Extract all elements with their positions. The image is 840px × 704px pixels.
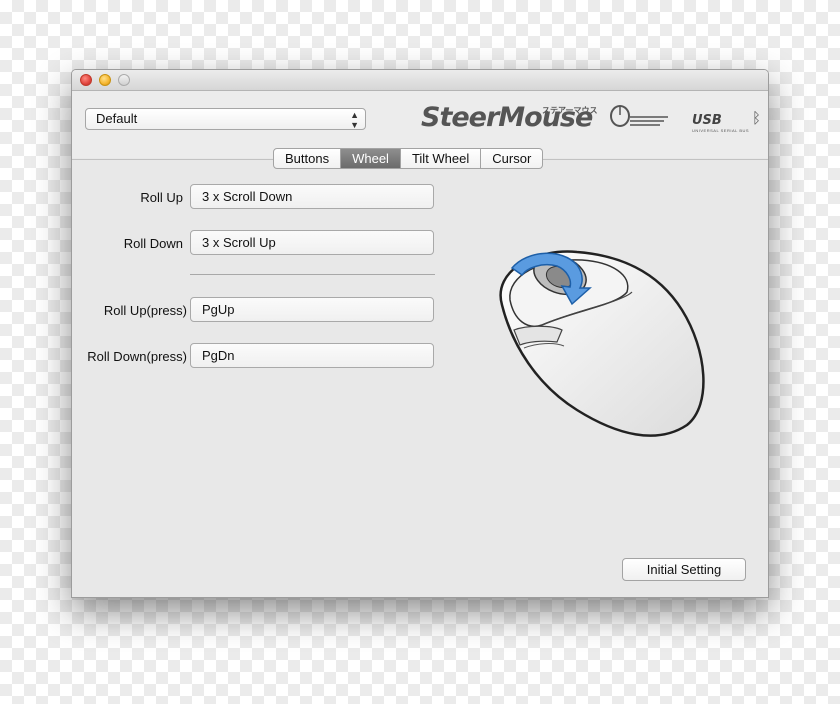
profile-popup[interactable]: Default ▲ ▼ <box>85 108 366 130</box>
steermouse-logo-icon <box>610 105 668 127</box>
tab-tilt-wheel[interactable]: Tilt Wheel <box>400 148 482 169</box>
tab-wheel[interactable]: Wheel <box>341 148 401 169</box>
usb-logo-text: USB <box>692 113 722 128</box>
steermouse-logo-kana: ステアーマウス <box>542 106 598 115</box>
tab-cursor[interactable]: Cursor <box>481 148 544 169</box>
roll-up-press-field[interactable]: PgUp <box>190 297 434 322</box>
roll-down-field[interactable]: 3 x Scroll Up <box>190 230 434 255</box>
profile-popup-value: Default <box>96 111 138 126</box>
bluetooth-icon: ᛒ <box>752 110 762 127</box>
steermouse-window: Default ▲ ▼ SteerMouse ステアーマウス USB UNIVER… <box>71 69 769 598</box>
close-icon[interactable] <box>80 74 92 86</box>
separator <box>190 274 435 275</box>
tab-buttons[interactable]: Buttons <box>273 148 342 169</box>
roll-down-label: Roll Down <box>123 236 183 251</box>
title-bar[interactable] <box>72 70 768 91</box>
zoom-icon[interactable] <box>118 74 130 86</box>
popup-arrows-icon: ▲ ▼ <box>350 110 359 130</box>
tab-bar: Buttons Wheel Tilt Wheel Cursor <box>273 148 544 169</box>
roll-down-press-field[interactable]: PgDn <box>190 343 434 368</box>
mouse-wheel-illustration <box>499 250 705 437</box>
initial-setting-button[interactable]: Initial Setting <box>622 558 746 581</box>
roll-up-field[interactable]: 3 x Scroll Down <box>190 184 434 209</box>
minimize-icon[interactable] <box>99 74 111 86</box>
usb-logo-subtext: UNIVERSAL SERIAL BUS <box>692 128 750 133</box>
roll-up-press-label: Roll Up(press) <box>103 303 187 318</box>
roll-down-press-label: Roll Down(press) <box>87 349 187 364</box>
roll-up-label: Roll Up <box>140 190 183 205</box>
wheel-panel: Roll Up 3 x Scroll Down Roll Down 3 x Sc… <box>72 159 768 597</box>
